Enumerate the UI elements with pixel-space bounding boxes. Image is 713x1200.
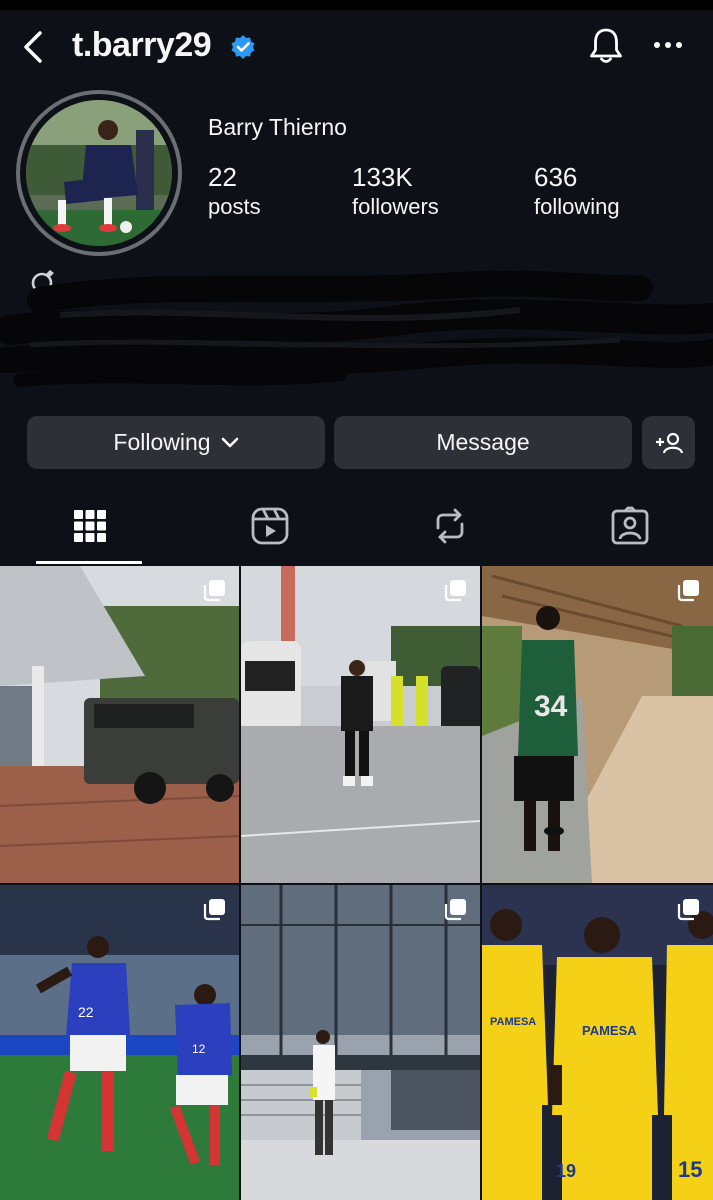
add-user-icon — [655, 432, 683, 453]
avatar[interactable] — [26, 100, 172, 246]
repost-icon[interactable] — [430, 506, 470, 546]
stat-value: 22 — [208, 162, 237, 192]
svg-text:19: 19 — [556, 1161, 576, 1181]
profile-header: t.barry29 — [0, 10, 713, 82]
post-thumbnail[interactable] — [241, 566, 480, 883]
post-thumbnail[interactable] — [241, 885, 480, 1200]
stat-label: posts — [208, 194, 261, 219]
verified-badge-icon — [231, 35, 255, 59]
svg-text:34: 34 — [534, 690, 568, 723]
svg-text:PAMESA: PAMESA — [490, 1016, 536, 1028]
post-thumbnail[interactable]: 22 12 — [0, 885, 239, 1200]
svg-text:12: 12 — [192, 1042, 206, 1056]
profile-username: t.barry29 — [72, 26, 212, 64]
carousel-icon — [203, 899, 225, 921]
carousel-icon — [677, 580, 699, 602]
svg-text:15: 15 — [678, 1157, 702, 1182]
profile-tabs — [0, 490, 713, 565]
chevron-left-icon[interactable] — [18, 30, 48, 64]
post-image: 34 — [482, 566, 713, 883]
ellipsis-icon[interactable] — [652, 38, 684, 52]
post-thumbnail[interactable]: 34 — [482, 566, 713, 883]
chevron-down-icon — [221, 437, 238, 447]
profile-display-name: Barry Thierno — [208, 114, 347, 140]
svg-text:22: 22 — [78, 1004, 94, 1020]
stat-posts[interactable]: 22 posts — [208, 162, 261, 222]
grid-icon[interactable] — [70, 506, 110, 546]
post-image — [0, 566, 239, 883]
post-image: 22 12 — [0, 885, 239, 1200]
post-image: PAMESA PAMESA 15 19 — [482, 885, 713, 1200]
message-button[interactable]: Message — [334, 416, 632, 469]
post-image — [241, 566, 480, 883]
stat-followers[interactable]: 133K followers — [352, 162, 439, 222]
carousel-icon — [677, 899, 699, 921]
add-user-button[interactable] — [642, 416, 695, 469]
posts-grid: 34 22 12 PAMESA PAMESA 15 19 — [0, 566, 713, 1200]
tagged-person-icon[interactable] — [610, 506, 650, 546]
message-label: Message — [436, 429, 530, 455]
carousel-icon — [444, 899, 466, 921]
active-tab-indicator — [36, 561, 142, 564]
bell-icon[interactable] — [588, 26, 624, 66]
carousel-icon — [444, 580, 466, 602]
following-label: Following — [113, 429, 211, 455]
carousel-icon — [203, 580, 225, 602]
redacted-bio — [0, 270, 713, 387]
stat-value: 636 — [534, 162, 578, 192]
stat-value: 133K — [352, 162, 413, 192]
reels-icon[interactable] — [250, 506, 290, 546]
stat-label: following — [534, 194, 620, 219]
svg-text:PAMESA: PAMESA — [582, 1023, 637, 1038]
status-bar — [0, 0, 713, 10]
post-image — [241, 885, 480, 1200]
stat-following[interactable]: 636 following — [534, 162, 620, 222]
post-thumbnail[interactable]: PAMESA PAMESA 15 19 — [482, 885, 713, 1200]
post-thumbnail[interactable] — [0, 566, 239, 883]
following-button[interactable]: Following — [27, 416, 325, 469]
stat-label: followers — [352, 194, 439, 219]
